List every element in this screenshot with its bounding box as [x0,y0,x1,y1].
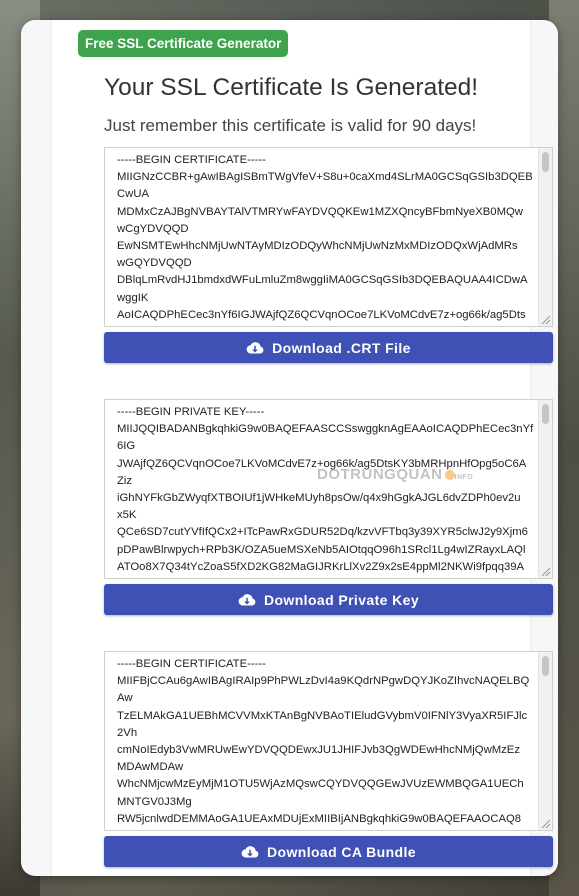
page-card: Free SSL Certificate Generator Your SSL … [21,20,558,876]
page-subtitle: Just remember this certificate is valid … [104,116,477,135]
watermark-logo: DOTRUNGQUAN INFO [317,466,474,483]
certificate-text: -----BEGIN CERTIFICATE----- MIIGNzCCBR+g… [117,154,533,321]
ca-bundle-textarea[interactable]: -----BEGIN CERTIFICATE----- MIIFBjCCAu6g… [104,651,553,831]
ca-bundle-text: -----BEGIN CERTIFICATE----- MIIFBjCCAu6g… [117,658,530,825]
certificate-scrollbar[interactable] [538,148,552,326]
resize-handle[interactable] [542,568,550,576]
private-key-textarea[interactable]: -----BEGIN PRIVATE KEY----- MIIJQQIBADAN… [104,399,553,579]
download-crt-button[interactable]: Download .CRT File [104,332,553,363]
private-key-text: -----BEGIN PRIVATE KEY----- MIIJQQIBADAN… [117,406,534,573]
download-private-key-label: Download Private Key [263,591,420,608]
download-crt-label: Download .CRT File [272,339,411,356]
resize-handle[interactable] [542,316,550,324]
resize-handle[interactable] [542,820,550,828]
cloud-download-icon [241,845,259,857]
site-badge[interactable]: Free SSL Certificate Generator [78,30,289,57]
content-panel: Free SSL Certificate Generator Your SSL … [51,20,553,876]
download-private-key-button[interactable]: Download Private Key [104,584,553,615]
cloud-download-icon [246,341,264,353]
certificate-textarea[interactable]: -----BEGIN CERTIFICATE----- MIIGNzCCBR+g… [104,147,553,327]
download-ca-bundle-button[interactable]: Download CA Bundle [104,836,553,867]
ca-bundle-scrollbar[interactable] [538,652,552,830]
download-ca-bundle-label: Download CA Bundle [266,843,416,860]
cloud-download-icon [238,593,256,605]
private-key-scrollbar[interactable] [538,400,552,578]
page-title: Your SSL Certificate Is Generated! [104,74,479,101]
